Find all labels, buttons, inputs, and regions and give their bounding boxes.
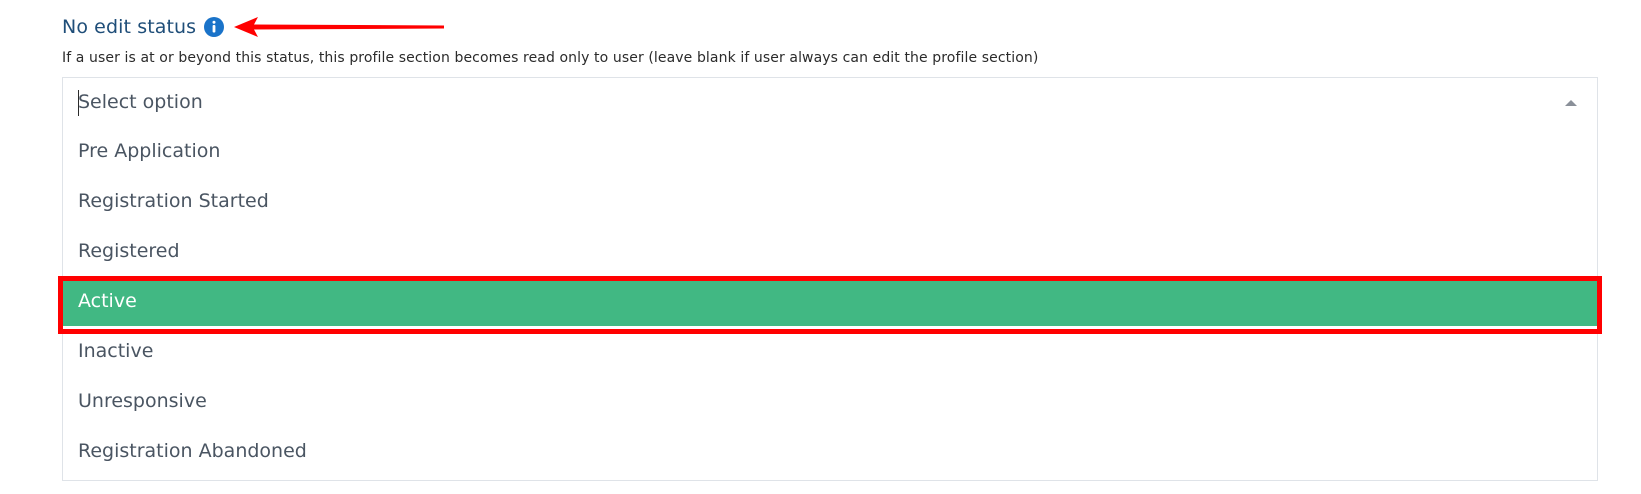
info-icon[interactable]	[204, 17, 225, 37]
option-active[interactable]: Active	[63, 276, 1597, 326]
status-select[interactable]: Select option	[62, 77, 1598, 127]
option-registration-abandoned[interactable]: Registration Abandoned	[63, 426, 1597, 476]
option-inactive[interactable]: Inactive	[63, 326, 1597, 376]
option-registered[interactable]: Registered	[63, 226, 1597, 276]
caret-up-icon[interactable]	[1565, 100, 1577, 106]
no-edit-status-field: No edit status If a user is at or beyond…	[0, 0, 1641, 494]
dropdown-menu: Pre Application Registration Started Reg…	[62, 126, 1598, 481]
text-caret	[78, 90, 79, 116]
annotation-arrow-icon	[234, 17, 444, 37]
option-registration-started[interactable]: Registration Started	[63, 176, 1597, 226]
select-placeholder[interactable]: Select option	[78, 91, 203, 113]
option-unresponsive[interactable]: Unresponsive	[63, 376, 1597, 426]
option-pre-application[interactable]: Pre Application	[63, 126, 1597, 176]
field-label-row: No edit status	[62, 14, 225, 40]
field-label: No edit status	[62, 16, 197, 38]
help-text: If a user is at or beyond this status, t…	[62, 50, 1039, 66]
